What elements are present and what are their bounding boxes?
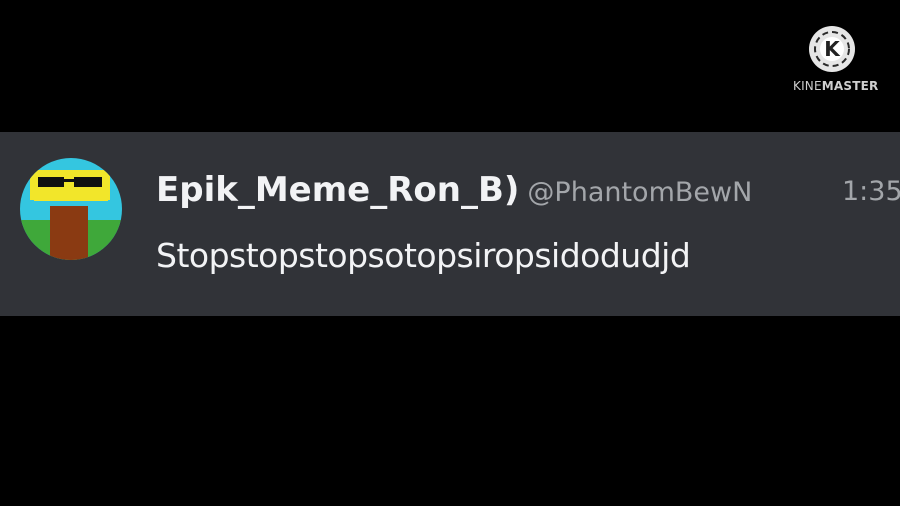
avatar[interactable] — [20, 158, 122, 260]
message-card: Epik_Meme_Ron_B) @PhantomBewN 1:35 Stopst… — [0, 132, 900, 316]
timestamp: 1:35 — [842, 176, 900, 207]
avatar-image — [20, 158, 122, 260]
kinemaster-logo-letter: K — [824, 37, 841, 61]
kinemaster-suffix: MASTER — [821, 79, 879, 93]
kinemaster-prefix: KINE — [793, 79, 822, 93]
kinemaster-icon: K — [808, 25, 856, 73]
message-text: Stopstopstopsotopsiropsidodudjd — [156, 236, 691, 275]
handle-fade — [780, 168, 830, 220]
message-header: Epik_Meme_Ron_B) @PhantomBewN — [156, 170, 752, 210]
username[interactable]: Epik_Meme_Ron_B) — [156, 170, 519, 210]
user-handle[interactable]: @PhantomBewN — [527, 177, 752, 208]
kinemaster-watermark: KINEMASTER — [793, 79, 883, 93]
